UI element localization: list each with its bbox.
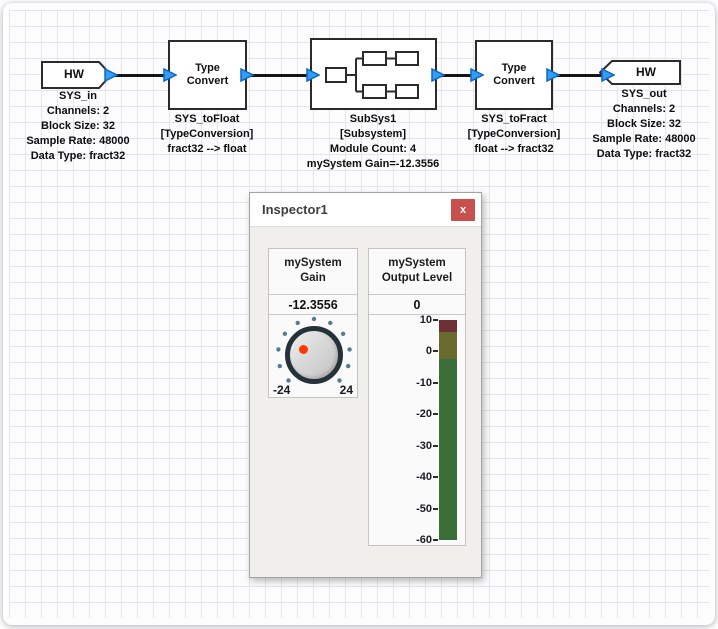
block-name: SYS_in — [8, 89, 148, 104]
meter-scale-label: -40 — [392, 470, 432, 484]
labels-sys-out: SYS_out Channels: 2 Block Size: 32 Sampl… — [572, 87, 716, 162]
meter-tick — [433, 350, 438, 352]
block-sys-tofloat-title: Type Convert — [182, 62, 234, 88]
labels-sys-tofract: SYS_toFract [TypeConversion] float --> f… — [444, 112, 584, 157]
block-sys-out-title: HW — [614, 65, 678, 79]
meter-scale-label: -60 — [392, 533, 432, 547]
pin-sys-in-out[interactable] — [104, 68, 118, 82]
pin-sys-out-in[interactable] — [601, 68, 615, 82]
block-detail: Block Size: 32 — [8, 119, 148, 134]
block-name: SYS_out — [572, 87, 716, 102]
screenshot-stage: HW Type Convert Type Convert — [0, 0, 718, 629]
meter-segment-red — [439, 320, 457, 332]
meter-scale-label: -20 — [392, 407, 432, 421]
meter-scale-label: -30 — [392, 439, 432, 453]
labels-sys-tofloat: SYS_toFloat [TypeConversion] fract32 -->… — [137, 112, 277, 157]
block-name: SubSys1 — [293, 112, 453, 127]
block-detail: float --> fract32 — [444, 142, 584, 157]
window-title: Inspector1 — [262, 202, 328, 217]
pin-tofract-out[interactable] — [546, 68, 560, 82]
block-name: SYS_toFloat — [137, 112, 277, 127]
inspector-titlebar[interactable]: Inspector1 x — [250, 193, 481, 227]
labels-subsys1: SubSys1 [Subsystem] Module Count: 4 mySy… — [293, 112, 453, 172]
block-detail: Block Size: 32 — [572, 117, 716, 132]
meter-tick — [433, 539, 438, 541]
block-detail: Sample Rate: 48000 — [8, 134, 148, 149]
gain-knob[interactable] — [285, 326, 343, 384]
meter-tick — [433, 445, 438, 447]
meter-segment-green — [439, 359, 457, 540]
block-detail: mySystem Gain=-12.3556 — [293, 157, 453, 172]
pin-tofloat-out[interactable] — [240, 68, 254, 82]
block-sys-in-title: HW — [45, 67, 103, 81]
gain-panel-header: mySystem Gain — [269, 249, 357, 295]
meter-scale-label: -50 — [392, 502, 432, 516]
gain-name-line2: Gain — [269, 271, 357, 286]
block-detail: Channels: 2 — [572, 102, 716, 117]
diagram-layer: HW Type Convert Type Convert — [0, 0, 718, 629]
block-name: SYS_toFract — [444, 112, 584, 127]
labels-sys-in: SYS_in Channels: 2 Block Size: 32 Sample… — [8, 89, 148, 164]
block-detail: Data Type: fract32 — [572, 147, 716, 162]
wire-toflat-subsys[interactable] — [249, 74, 312, 77]
inspector-window: Inspector1 x mySystem Gain -12.3556 — [249, 192, 482, 578]
meter-scale-label: -10 — [392, 376, 432, 390]
gain-min-label: -24 — [273, 383, 290, 397]
block-detail: Sample Rate: 48000 — [572, 132, 716, 147]
block-subsys1[interactable] — [310, 38, 437, 110]
level-meter-bar — [439, 320, 457, 540]
knob-indicator-dot — [299, 345, 308, 354]
meter-tick — [433, 476, 438, 478]
meter-segment-olive — [439, 332, 457, 359]
block-detail: fract32 --> float — [137, 142, 277, 157]
meter-name-line1: mySystem — [369, 256, 465, 271]
meter-tick — [433, 413, 438, 415]
gain-max-label: 24 — [340, 383, 353, 397]
meter-panel-header: mySystem Output Level — [369, 249, 465, 295]
pin-tofract-in[interactable] — [470, 68, 484, 82]
meter-scale-label: 0 — [392, 344, 432, 358]
pin-subsys-in[interactable] — [306, 68, 320, 82]
gain-name-line1: mySystem — [269, 256, 357, 271]
pin-subsys-out[interactable] — [431, 68, 445, 82]
subsystem-icon — [319, 45, 429, 103]
block-detail: Channels: 2 — [8, 104, 148, 119]
meter-tick — [433, 508, 438, 510]
block-detail: [TypeConversion] — [137, 127, 277, 142]
block-sys-tofract-title: Type Convert — [488, 62, 540, 88]
wire-sysin-toflat[interactable] — [112, 74, 170, 77]
block-sys-tofract[interactable]: Type Convert — [475, 40, 553, 110]
meter-area: 10 0 -10 -20 -30 -40 -50 -60 — [369, 315, 465, 545]
gain-panel: mySystem Gain -12.3556 — [268, 248, 358, 398]
gain-value: -12.3556 — [269, 295, 357, 315]
meter-scale-label: 10 — [392, 313, 432, 327]
block-detail: Data Type: fract32 — [8, 149, 148, 164]
meter-tick — [433, 319, 438, 321]
close-button[interactable]: x — [451, 199, 475, 221]
meter-value: 0 — [369, 295, 465, 315]
block-detail: [Subsystem] — [293, 127, 453, 142]
block-detail: [TypeConversion] — [444, 127, 584, 142]
meter-panel: mySystem Output Level 0 10 0 -10 -20 -30… — [368, 248, 466, 546]
block-detail: Module Count: 4 — [293, 142, 453, 157]
gain-knob-area: -24 24 — [269, 315, 357, 397]
pin-tofloat-in[interactable] — [163, 68, 177, 82]
close-icon: x — [460, 204, 466, 216]
block-sys-tofloat[interactable]: Type Convert — [168, 40, 247, 110]
meter-tick — [433, 382, 438, 384]
meter-name-line2: Output Level — [369, 271, 465, 286]
